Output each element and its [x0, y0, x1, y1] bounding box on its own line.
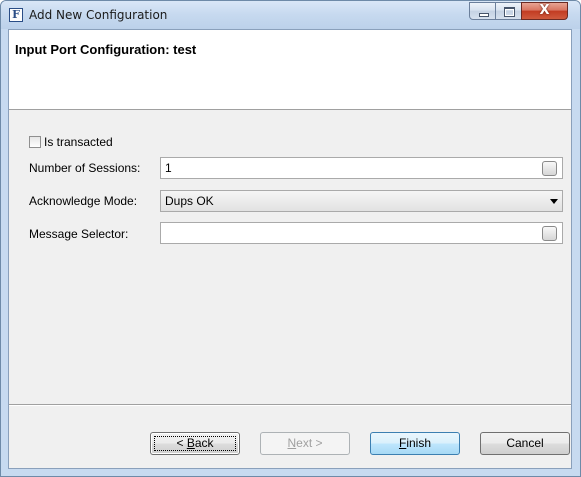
page-title: Input Port Configuration: test: [15, 42, 197, 57]
minimize-button[interactable]: [469, 2, 496, 20]
number-of-sessions-label: Number of Sessions:: [29, 161, 141, 175]
dialog-window: F Add New Configuration X Input Port Con…: [0, 0, 581, 477]
message-selector-label: Message Selector:: [29, 227, 129, 241]
finish-button-label: Finish: [399, 436, 431, 450]
cancel-button[interactable]: Cancel: [480, 432, 570, 455]
back-button-label: < Back: [176, 436, 213, 450]
back-prefix: <: [176, 436, 187, 450]
back-rest: ack: [194, 436, 214, 450]
message-selector-input[interactable]: [160, 222, 563, 244]
title-bar[interactable]: F Add New Configuration X: [1, 1, 580, 29]
finish-rest: inish: [406, 436, 432, 450]
close-icon: X: [539, 3, 550, 18]
acknowledge-mode-value: Dups OK: [165, 194, 214, 208]
acknowledge-mode-label: Acknowledge Mode:: [29, 194, 138, 208]
is-transacted-checkbox[interactable]: [29, 136, 41, 148]
next-button[interactable]: Next >: [260, 432, 350, 455]
back-button[interactable]: < Back: [150, 432, 240, 455]
next-mnemonic: N: [287, 436, 297, 450]
chevron-down-icon: [550, 199, 558, 204]
next-button-label: Next >: [287, 436, 322, 450]
maximize-icon: [504, 7, 515, 17]
message-selector-variable-button[interactable]: [542, 226, 557, 241]
wizard-header: Input Port Configuration: test: [9, 30, 571, 110]
minimize-icon: [479, 13, 489, 17]
window-title: Add New Configuration: [29, 8, 168, 22]
number-of-sessions-variable-button[interactable]: [542, 161, 557, 176]
app-icon: F: [9, 8, 23, 22]
footer-divider: [9, 404, 571, 406]
dialog-client-area: Input Port Configuration: test Is transa…: [8, 29, 572, 469]
is-transacted-label[interactable]: Is transacted: [44, 135, 113, 149]
acknowledge-mode-select[interactable]: Dups OK: [160, 190, 563, 212]
number-of-sessions-input[interactable]: [160, 157, 563, 179]
cancel-button-label: Cancel: [506, 436, 544, 450]
finish-button[interactable]: Finish: [370, 432, 460, 455]
maximize-button[interactable]: [495, 2, 522, 20]
close-button[interactable]: X: [521, 2, 568, 20]
next-rest: ext >: [296, 436, 323, 450]
back-mnemonic: B: [186, 436, 195, 450]
